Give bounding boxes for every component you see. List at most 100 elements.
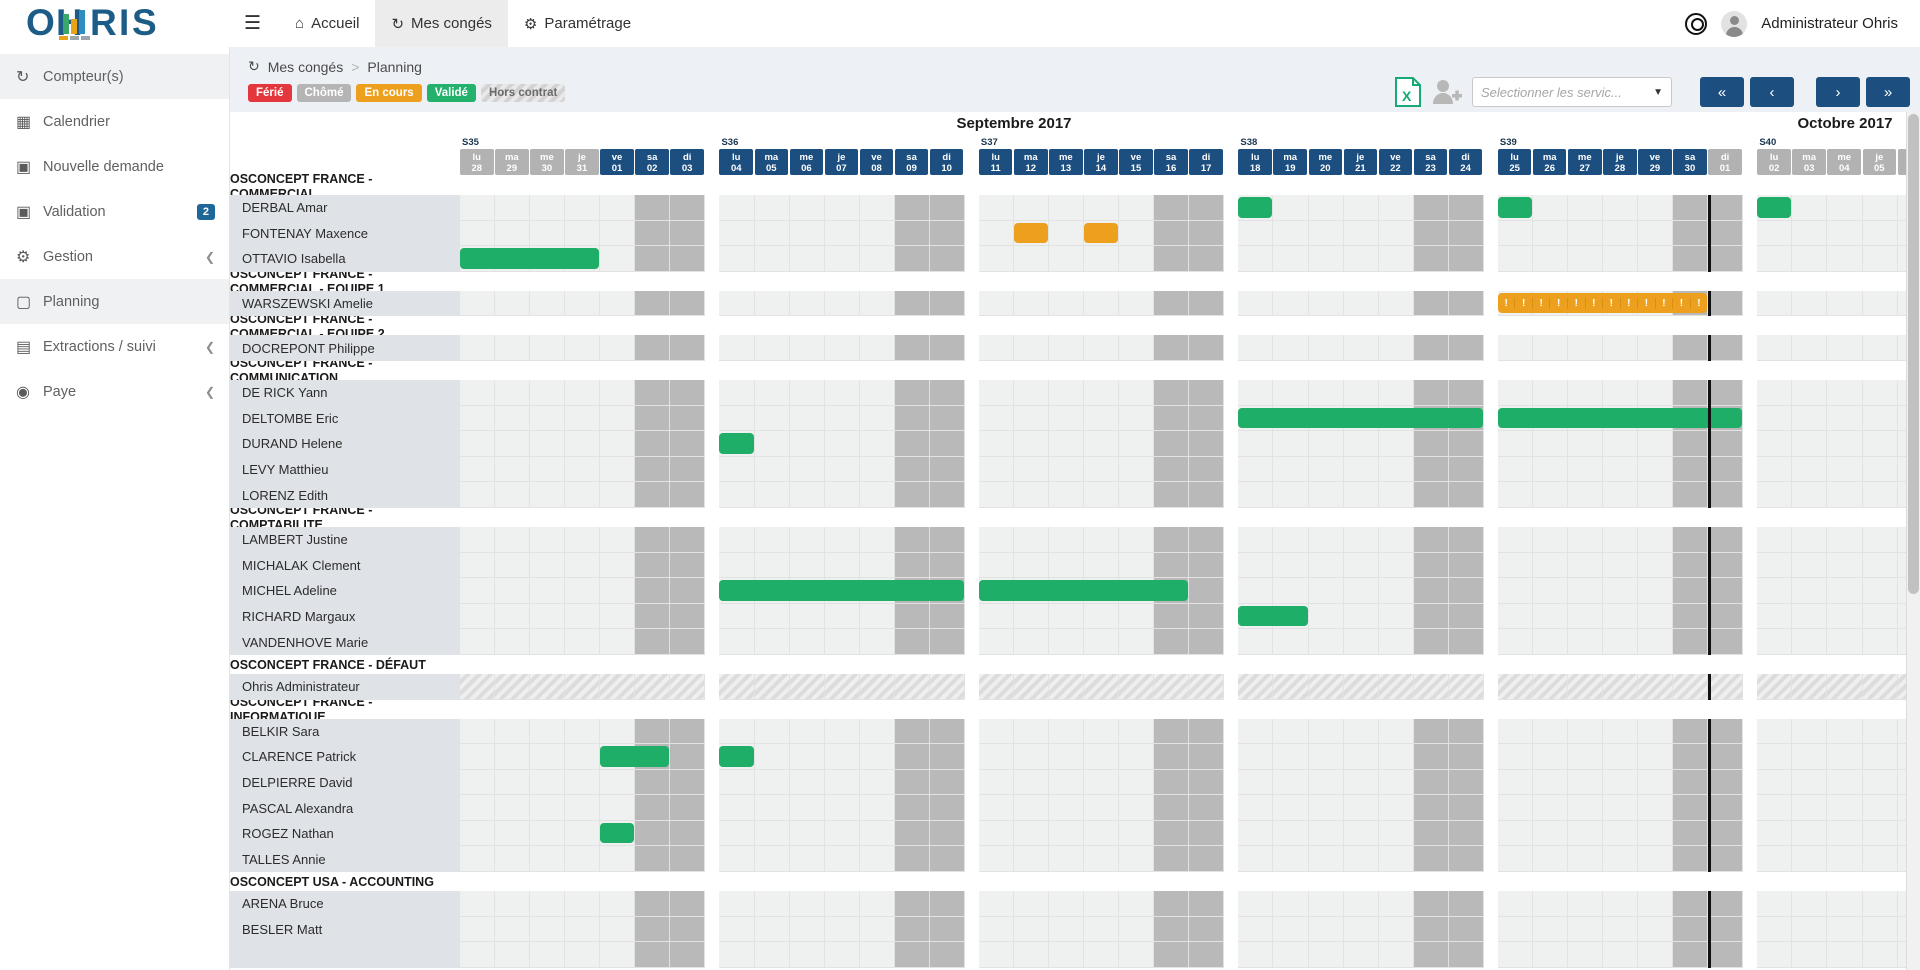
employee-row[interactable]: DELTOMBE Eric bbox=[230, 405, 1920, 432]
day-cell[interactable] bbox=[1189, 431, 1225, 457]
day-cell[interactable] bbox=[1448, 629, 1484, 655]
day-cell[interactable] bbox=[565, 290, 601, 317]
day-cell[interactable] bbox=[1708, 246, 1744, 272]
day-cell[interactable] bbox=[1413, 431, 1449, 457]
day-cell[interactable] bbox=[635, 673, 671, 700]
day-cell[interactable] bbox=[1189, 526, 1225, 553]
day-cell[interactable] bbox=[1708, 673, 1744, 700]
day-cell[interactable] bbox=[1273, 246, 1309, 272]
day-cell[interactable] bbox=[859, 846, 895, 873]
day-cell[interactable] bbox=[1189, 603, 1225, 630]
day-cell[interactable] bbox=[1238, 820, 1274, 847]
day-cell[interactable] bbox=[1378, 820, 1414, 847]
day-cell[interactable] bbox=[754, 744, 790, 770]
day-cell[interactable] bbox=[1532, 769, 1568, 796]
day-cell[interactable] bbox=[1189, 220, 1225, 247]
day-cell[interactable] bbox=[1638, 526, 1674, 553]
day-cell[interactable] bbox=[978, 246, 1014, 272]
day-header-cell[interactable]: me 20 bbox=[1308, 149, 1343, 175]
day-cell[interactable] bbox=[1532, 526, 1568, 553]
day-cell[interactable] bbox=[1084, 195, 1120, 221]
day-cell[interactable] bbox=[859, 718, 895, 745]
day-cell[interactable] bbox=[670, 246, 706, 272]
day-cell[interactable] bbox=[1497, 673, 1533, 700]
day-cell[interactable] bbox=[1119, 552, 1155, 579]
day-cell[interactable] bbox=[1189, 916, 1225, 943]
day-cell[interactable] bbox=[1308, 795, 1344, 821]
day-cell[interactable] bbox=[1827, 379, 1863, 406]
day-header-cell[interactable]: je 28 bbox=[1603, 149, 1637, 175]
day-cell[interactable] bbox=[1673, 552, 1709, 579]
day-cell[interactable] bbox=[1827, 769, 1863, 796]
brand-logo[interactable]: O H R I S bbox=[0, 0, 230, 47]
day-cell[interactable] bbox=[1378, 246, 1414, 272]
day-cell[interactable] bbox=[1568, 942, 1604, 968]
day-cell[interactable] bbox=[565, 552, 601, 579]
day-cell[interactable] bbox=[1189, 891, 1225, 917]
day-cell[interactable] bbox=[600, 552, 636, 579]
employee-row[interactable] bbox=[230, 942, 1920, 968]
day-cell[interactable] bbox=[1638, 431, 1674, 457]
sidebar-item-gestion[interactable]: ⚙ Gestion ❮ bbox=[0, 234, 229, 279]
employee-name[interactable]: FONTENAY Maxence bbox=[230, 220, 460, 247]
day-cell[interactable] bbox=[1154, 846, 1190, 873]
day-cell[interactable] bbox=[1308, 195, 1344, 221]
day-cell[interactable] bbox=[1014, 335, 1050, 361]
day-cell[interactable] bbox=[1497, 220, 1533, 247]
day-cell[interactable] bbox=[1862, 916, 1898, 943]
day-cell[interactable] bbox=[1532, 578, 1568, 604]
day-cell[interactable] bbox=[1238, 629, 1274, 655]
day-cell[interactable] bbox=[1673, 246, 1709, 272]
day-cell[interactable] bbox=[1497, 335, 1533, 361]
day-cell[interactable] bbox=[754, 846, 790, 873]
day-cell[interactable] bbox=[1378, 335, 1414, 361]
day-cell[interactable] bbox=[565, 405, 601, 432]
sidebar-item-calendrier[interactable]: ▦ Calendrier bbox=[0, 99, 229, 144]
day-cell[interactable] bbox=[1708, 578, 1744, 604]
day-cell[interactable] bbox=[1119, 405, 1155, 432]
day-header-cell[interactable]: me 06 bbox=[789, 149, 824, 175]
day-cell[interactable] bbox=[1084, 552, 1120, 579]
day-header-cell[interactable]: lu 28 bbox=[460, 149, 494, 175]
day-header-cell[interactable]: lu 18 bbox=[1238, 149, 1272, 175]
day-cell[interactable] bbox=[894, 603, 930, 630]
day-cell[interactable] bbox=[894, 942, 930, 968]
day-cell[interactable] bbox=[600, 846, 636, 873]
day-cell[interactable] bbox=[565, 916, 601, 943]
day-cell[interactable] bbox=[565, 220, 601, 247]
day-header-cell[interactable]: di 03 bbox=[670, 149, 704, 175]
day-cell[interactable] bbox=[789, 916, 825, 943]
day-cell[interactable] bbox=[978, 456, 1014, 483]
day-cell[interactable] bbox=[635, 379, 671, 406]
day-cell[interactable] bbox=[460, 769, 496, 796]
day-cell[interactable] bbox=[1378, 379, 1414, 406]
day-cell[interactable] bbox=[1119, 891, 1155, 917]
day-cell[interactable] bbox=[1189, 769, 1225, 796]
day-cell[interactable] bbox=[789, 891, 825, 917]
day-header-cell[interactable]: sa 16 bbox=[1154, 149, 1188, 175]
day-cell[interactable] bbox=[1413, 795, 1449, 821]
day-cell[interactable] bbox=[1189, 405, 1225, 432]
day-cell[interactable] bbox=[1413, 578, 1449, 604]
day-cell[interactable] bbox=[670, 769, 706, 796]
employee-row[interactable]: RICHARD Margaux bbox=[230, 603, 1920, 630]
day-cell[interactable] bbox=[1448, 603, 1484, 630]
day-cell[interactable] bbox=[1119, 769, 1155, 796]
day-cell[interactable] bbox=[1273, 795, 1309, 821]
vertical-scrollbar[interactable] bbox=[1906, 112, 1920, 970]
day-cell[interactable] bbox=[1049, 456, 1085, 483]
sidebar-item-compteur-s[interactable]: ↻ Compteur(s) bbox=[0, 54, 229, 99]
day-cell[interactable] bbox=[600, 795, 636, 821]
day-cell[interactable] bbox=[1862, 629, 1898, 655]
day-cell[interactable] bbox=[1273, 891, 1309, 917]
day-cell[interactable] bbox=[1827, 891, 1863, 917]
day-cell[interactable] bbox=[1792, 718, 1828, 745]
day-cell[interactable] bbox=[1378, 578, 1414, 604]
day-cell[interactable] bbox=[670, 891, 706, 917]
day-cell[interactable] bbox=[1792, 916, 1828, 943]
day-cell[interactable] bbox=[1119, 942, 1155, 968]
day-cell[interactable] bbox=[1119, 220, 1155, 247]
leave-bar-valide[interactable] bbox=[1497, 197, 1532, 218]
day-cell[interactable] bbox=[1308, 846, 1344, 873]
day-cell[interactable] bbox=[929, 552, 965, 579]
